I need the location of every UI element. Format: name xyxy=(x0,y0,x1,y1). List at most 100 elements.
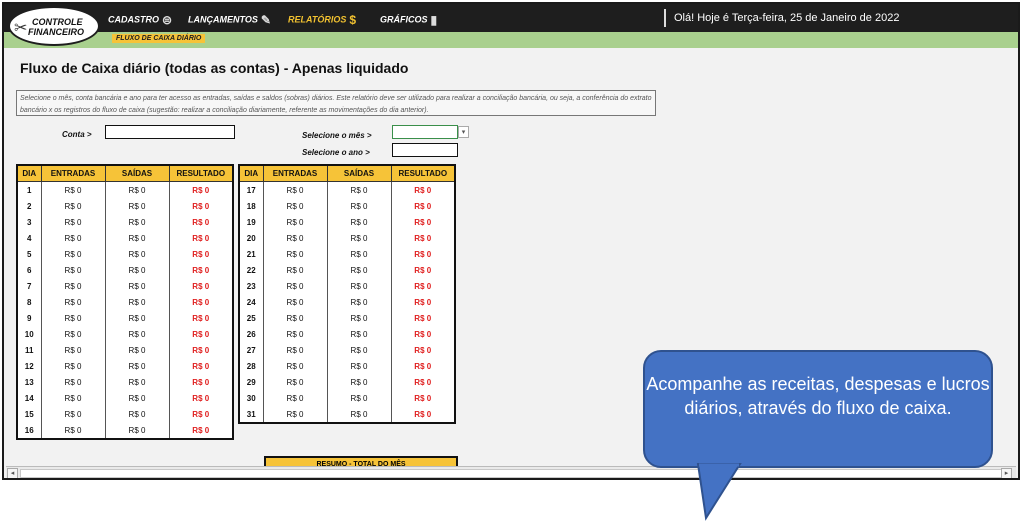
resultado-cell: R$ 0 xyxy=(390,181,456,198)
table-row: 16 R$ 0 R$ 0 R$ 0 xyxy=(16,422,234,439)
day-cell: 3 xyxy=(16,214,42,230)
saidas-cell: R$ 0 xyxy=(104,422,170,439)
col-header-saidas: SAÍDAS xyxy=(104,164,170,182)
scrollbar-thumb[interactable] xyxy=(20,469,1002,478)
table-row: 31 R$ 0 R$ 0 R$ 0 xyxy=(238,406,456,423)
resultado-cell: R$ 0 xyxy=(390,294,456,310)
table-row: 26 R$ 0 R$ 0 R$ 0 xyxy=(238,326,456,342)
daily-table-right: DIA ENTRADAS SAÍDAS RESULTADO 17 R$ 0 R$ 0… xyxy=(238,164,456,424)
day-cell: 15 xyxy=(16,406,42,422)
table-row: 13 R$ 0 R$ 0 R$ 0 xyxy=(16,374,234,390)
day-cell: 17 xyxy=(238,181,264,198)
saidas-cell: R$ 0 xyxy=(104,326,170,342)
ano-input[interactable] xyxy=(392,143,458,157)
table-row: 6 R$ 0 R$ 0 R$ 0 xyxy=(16,262,234,278)
table-row: 25 R$ 0 R$ 0 R$ 0 xyxy=(238,310,456,326)
saidas-cell: R$ 0 xyxy=(326,262,392,278)
saidas-cell: R$ 0 xyxy=(326,406,392,423)
col-header-resultado: RESULTADO xyxy=(168,164,234,182)
table-row: 20 R$ 0 R$ 0 R$ 0 xyxy=(238,230,456,246)
day-cell: 10 xyxy=(16,326,42,342)
mes-label: Selecione o mês > xyxy=(302,131,372,140)
entradas-cell: R$ 0 xyxy=(262,294,328,310)
resultado-cell: R$ 0 xyxy=(168,310,234,326)
table-row: 19 R$ 0 R$ 0 R$ 0 xyxy=(238,214,456,230)
table-row: 14 R$ 0 R$ 0 R$ 0 xyxy=(16,390,234,406)
saidas-cell: R$ 0 xyxy=(326,230,392,246)
coins-icon: ⊜ xyxy=(162,13,173,27)
mes-select[interactable] xyxy=(392,125,458,139)
entradas-cell: R$ 0 xyxy=(262,310,328,326)
resultado-cell: R$ 0 xyxy=(168,246,234,262)
table-row: 18 R$ 0 R$ 0 R$ 0 xyxy=(238,198,456,214)
saidas-cell: R$ 0 xyxy=(104,358,170,374)
table-row: 7 R$ 0 R$ 0 R$ 0 xyxy=(16,278,234,294)
entradas-cell: R$ 0 xyxy=(262,198,328,214)
day-cell: 8 xyxy=(16,294,42,310)
day-cell: 4 xyxy=(16,230,42,246)
saidas-cell: R$ 0 xyxy=(104,374,170,390)
saidas-cell: R$ 0 xyxy=(326,214,392,230)
saidas-cell: R$ 0 xyxy=(104,198,170,214)
resultado-cell: R$ 0 xyxy=(390,358,456,374)
col-header-entradas: ENTRADAS xyxy=(40,164,106,182)
saidas-cell: R$ 0 xyxy=(104,230,170,246)
day-cell: 19 xyxy=(238,214,264,230)
resultado-cell: R$ 0 xyxy=(390,214,456,230)
day-cell: 11 xyxy=(16,342,42,358)
day-cell: 14 xyxy=(16,390,42,406)
resultado-cell: R$ 0 xyxy=(390,310,456,326)
col-header-dia: DIA xyxy=(238,164,264,182)
entradas-cell: R$ 0 xyxy=(262,342,328,358)
table-row: 27 R$ 0 R$ 0 R$ 0 xyxy=(238,342,456,358)
nav-cadastro-label: CADASTRO xyxy=(108,14,159,25)
col-header-dia: DIA xyxy=(16,164,42,182)
table-row: 3 R$ 0 R$ 0 R$ 0 xyxy=(16,214,234,230)
entradas-cell: R$ 0 xyxy=(40,294,106,310)
entradas-cell: R$ 0 xyxy=(262,181,328,198)
nav-relatorios[interactable]: RELATÓRIOS $ xyxy=(288,13,356,27)
day-cell: 5 xyxy=(16,246,42,262)
nav-graficos[interactable]: GRÁFICOS ▮ xyxy=(380,13,437,27)
scroll-right-icon[interactable]: ▸ xyxy=(1001,468,1012,478)
conta-input[interactable] xyxy=(105,125,235,139)
resultado-cell: R$ 0 xyxy=(390,262,456,278)
day-cell: 21 xyxy=(238,246,264,262)
entradas-cell: R$ 0 xyxy=(262,374,328,390)
day-cell: 31 xyxy=(238,406,264,423)
daily-table-left: DIA ENTRADAS SAÍDAS RESULTADO 1 R$ 0 R$ 0R… xyxy=(16,164,234,440)
day-cell: 1 xyxy=(16,181,42,198)
resultado-cell: R$ 0 xyxy=(168,422,234,439)
table-row: 11 R$ 0 R$ 0 R$ 0 xyxy=(16,342,234,358)
table-row: 5 R$ 0 R$ 0 R$ 0 xyxy=(16,246,234,262)
saidas-cell: R$ 0 xyxy=(326,390,392,406)
description-box: Selecione o mês, conta bancária e ano pa… xyxy=(16,90,656,116)
saidas-cell: R$ 0 xyxy=(326,374,392,390)
day-cell: 9 xyxy=(16,310,42,326)
breadcrumb[interactable]: FLUXO DE CAIXA DIÁRIO xyxy=(112,34,206,43)
app-logo[interactable]: ✂ CONTROLE FINANCEIRO xyxy=(8,6,100,46)
saidas-cell: R$ 0 xyxy=(104,262,170,278)
day-cell: 29 xyxy=(238,374,264,390)
chevron-down-icon[interactable]: ▾ xyxy=(458,126,469,138)
resultado-cell: R$ 0 xyxy=(390,406,456,423)
resultado-cell: R$ 0 xyxy=(168,374,234,390)
entradas-cell: R$ 0 xyxy=(262,262,328,278)
entradas-cell: R$ 0 xyxy=(40,310,106,326)
resultado-cell: R$ 0 xyxy=(168,358,234,374)
nav-lancamentos[interactable]: LANÇAMENTOS ✎ xyxy=(188,13,271,27)
entradas-cell: R$ 0 xyxy=(40,374,106,390)
saidas-cell: R$ 0 xyxy=(104,246,170,262)
entradas-cell: R$ 0 xyxy=(40,422,106,439)
saidas-cell: R$ 0 xyxy=(104,181,170,198)
resultado-cell: R$ 0 xyxy=(168,342,234,358)
scroll-left-icon[interactable]: ◂ xyxy=(7,468,18,478)
nav-relatorios-label: RELATÓRIOS xyxy=(288,14,347,25)
entradas-cell: R$ 0 xyxy=(40,262,106,278)
nav-cadastro[interactable]: CADASTRO ⊜ xyxy=(108,13,172,27)
table-row: 8 R$ 0 R$ 0 R$ 0 xyxy=(16,294,234,310)
table-row: 4 R$ 0 R$ 0 R$ 0 xyxy=(16,230,234,246)
pencil-icon: ✎ xyxy=(260,13,271,27)
logo-text-line2: FINANCEIRO xyxy=(28,27,84,37)
table-row: 10 R$ 0 R$ 0 R$ 0 xyxy=(16,326,234,342)
